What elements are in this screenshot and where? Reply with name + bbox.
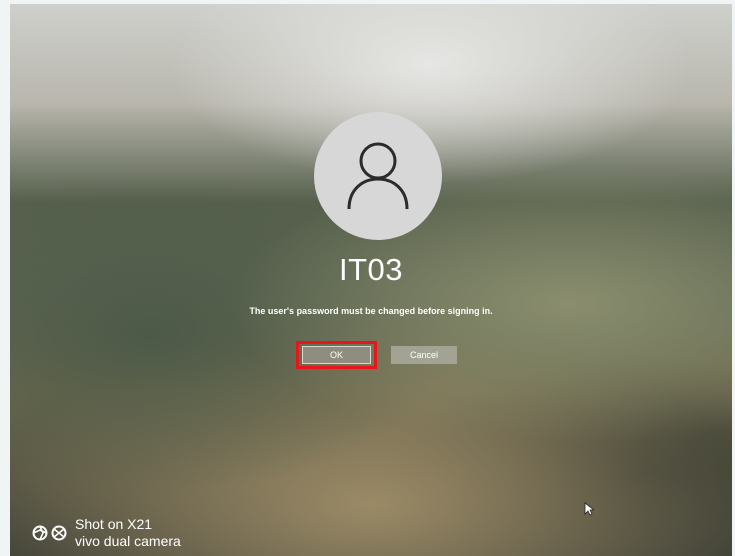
cancel-button[interactable]: Cancel (391, 346, 457, 364)
watermark-line-1: Shot on X21 (75, 516, 153, 532)
camera-watermark: Shot on X21 vivo dual camera (32, 516, 181, 550)
ok-button-highlight: OK (296, 341, 377, 369)
user-avatar (314, 112, 442, 240)
lock-screen: IT03 The user's password must be changed… (10, 4, 732, 556)
camera-lens-icon (32, 525, 67, 541)
ok-button[interactable]: OK (302, 346, 371, 364)
user-icon (347, 142, 409, 210)
username-label: IT03 (338, 252, 404, 287)
password-change-message: The user's password must be changed befo… (249, 306, 493, 316)
mouse-pointer-icon (584, 502, 594, 516)
watermark-line-2: vivo dual camera (75, 533, 181, 549)
